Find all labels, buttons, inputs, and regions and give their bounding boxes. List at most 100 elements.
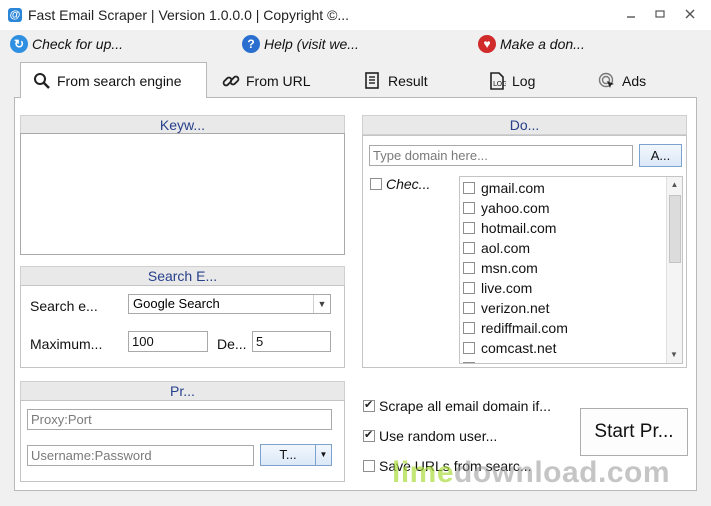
domain-checkbox[interactable] — [463, 182, 475, 194]
watermark: limedownload.com — [392, 456, 670, 490]
domain-list-item[interactable]: hotmail.co.uk — [460, 358, 682, 363]
domain-label: yahoo.com — [481, 200, 550, 216]
domain-label: rediffmail.com — [481, 320, 568, 336]
domain-label: gmail.com — [481, 180, 545, 196]
maximum-label: Maximum... — [30, 336, 103, 352]
tab-ads[interactable]: Ads — [598, 66, 646, 96]
domain-checkbox[interactable] — [463, 222, 475, 234]
keywords-header: Keyw... — [20, 115, 345, 135]
domain-checkbox[interactable] — [463, 262, 475, 274]
donate-heart-icon: ♥ — [478, 35, 496, 53]
domain-label: comcast.net — [481, 340, 557, 356]
domain-list-item[interactable]: live.com — [460, 278, 682, 298]
domain-label: aol.com — [481, 240, 531, 256]
close-icon[interactable] — [677, 4, 703, 26]
tab-strip: From search engine From URL Result LOG L… — [0, 62, 711, 98]
proxy-header: Pr... — [20, 381, 345, 401]
watermark-part2: download.com — [454, 456, 671, 489]
app-email-icon: @ — [8, 8, 22, 22]
tab-result[interactable]: Result — [364, 66, 428, 96]
help-button[interactable]: ? Help (visit we... — [242, 34, 359, 54]
window-title: Fast Email Scraper | Version 1.0.0.0 | C… — [28, 7, 350, 23]
proxy-port-input[interactable] — [27, 409, 332, 430]
domain-list-item[interactable]: comcast.net — [460, 338, 682, 358]
domain-label: hotmail.co.uk — [481, 360, 563, 363]
delay-label: De... — [217, 336, 247, 352]
domain-list-item[interactable]: rediffmail.com — [460, 318, 682, 338]
chevron-down-icon: ▼ — [319, 450, 328, 459]
scroll-down-icon[interactable]: ▼ — [667, 347, 681, 363]
domain-list-item[interactable]: yahoo.com — [460, 198, 682, 218]
maximize-icon[interactable] — [647, 4, 673, 26]
tab-label: Ads — [622, 73, 647, 89]
proxy-test-dropdown[interactable]: ▼ — [315, 444, 332, 466]
tab-label: Log — [512, 73, 536, 89]
document-list-icon — [364, 72, 382, 90]
check-all-label: Chec... — [386, 176, 431, 192]
domain-checkbox[interactable] — [463, 302, 475, 314]
proxy-test-button[interactable]: T... — [260, 444, 316, 466]
tab-label: From search engine — [57, 72, 182, 89]
scrape-all-checkbox[interactable] — [363, 398, 375, 412]
scrape-all-label: Scrape all email domain if... — [379, 398, 551, 414]
domain-checkbox[interactable] — [463, 342, 475, 354]
search-engine-select[interactable]: Google Search ▼ — [128, 294, 331, 314]
tab-from-search-engine[interactable]: From search engine — [20, 62, 207, 98]
help-icon: ? — [242, 35, 260, 53]
domain-header: Do... — [362, 115, 687, 135]
log-page-icon: LOG — [488, 72, 508, 90]
check-updates-label: Check for up... — [32, 36, 124, 52]
delay-input[interactable] — [252, 331, 331, 352]
domain-label: live.com — [481, 280, 533, 296]
refresh-icon: ↻ — [10, 35, 28, 53]
help-label: Help (visit we... — [264, 36, 359, 52]
domain-list-item[interactable]: verizon.net — [460, 298, 682, 318]
svg-text:LOG: LOG — [493, 80, 506, 88]
domain-checkbox[interactable] — [463, 282, 475, 294]
tab-label: From URL — [246, 73, 311, 89]
random-user-label: Use random user... — [379, 428, 498, 444]
proxy-auth-input[interactable] — [27, 445, 254, 466]
search-engine-value: Google Search — [133, 296, 220, 311]
domain-list-item[interactable]: gmail.com — [460, 178, 682, 198]
title-bar: @ Fast Email Scraper | Version 1.0.0.0 |… — [0, 0, 711, 31]
maximum-input[interactable] — [128, 331, 208, 352]
donate-button[interactable]: ♥ Make a don... — [478, 34, 585, 54]
domain-list-item[interactable]: aol.com — [460, 238, 682, 258]
domain-label: msn.com — [481, 260, 538, 276]
tab-log[interactable]: LOG Log — [488, 66, 535, 96]
domain-list-scrollbar[interactable]: ▲ ▼ — [666, 177, 682, 363]
save-urls-checkbox[interactable] — [363, 460, 375, 472]
scrape-all-option[interactable]: Scrape all email domain if... — [363, 398, 551, 414]
scroll-thumb[interactable] — [669, 195, 681, 263]
search-engine-header: Search E... — [20, 266, 345, 286]
random-user-checkbox[interactable] — [363, 428, 375, 442]
keywords-textarea[interactable] — [20, 133, 345, 255]
domain-checkbox[interactable] — [463, 202, 475, 214]
add-domain-button[interactable]: A... — [639, 144, 682, 167]
scroll-up-icon[interactable]: ▲ — [667, 177, 682, 193]
ads-cursor-icon — [598, 72, 616, 90]
domain-list-item[interactable]: hotmail.com — [460, 218, 682, 238]
start-button[interactable]: Start Pr... — [580, 408, 688, 456]
domain-label: hotmail.com — [481, 220, 557, 236]
search-engine-label: Search e... — [30, 298, 98, 314]
check-updates-button[interactable]: ↻ Check for up... — [10, 34, 123, 54]
minimize-icon[interactable] — [618, 4, 644, 26]
domain-checkbox[interactable] — [463, 242, 475, 254]
watermark-part1: lime — [392, 456, 455, 489]
tab-from-url[interactable]: From URL — [222, 66, 311, 96]
domain-checkbox[interactable] — [463, 362, 475, 363]
domain-list: gmail.com yahoo.com hotmail.com aol.com msn.… — [459, 176, 683, 364]
domain-input[interactable] — [369, 145, 633, 166]
domain-label: verizon.net — [481, 300, 550, 316]
random-user-option[interactable]: Use random user... — [363, 428, 497, 444]
domain-checkbox[interactable] — [463, 322, 475, 334]
donate-label: Make a don... — [500, 36, 585, 52]
chevron-down-icon: ▼ — [313, 295, 330, 313]
check-all-checkbox[interactable] — [370, 178, 382, 190]
toolbar: ↻ Check for up... ? Help (visit we... ♥ … — [0, 30, 711, 58]
tab-label: Result — [388, 73, 428, 89]
domain-list-item[interactable]: msn.com — [460, 258, 682, 278]
check-all-domains[interactable]: Chec... — [370, 176, 430, 192]
